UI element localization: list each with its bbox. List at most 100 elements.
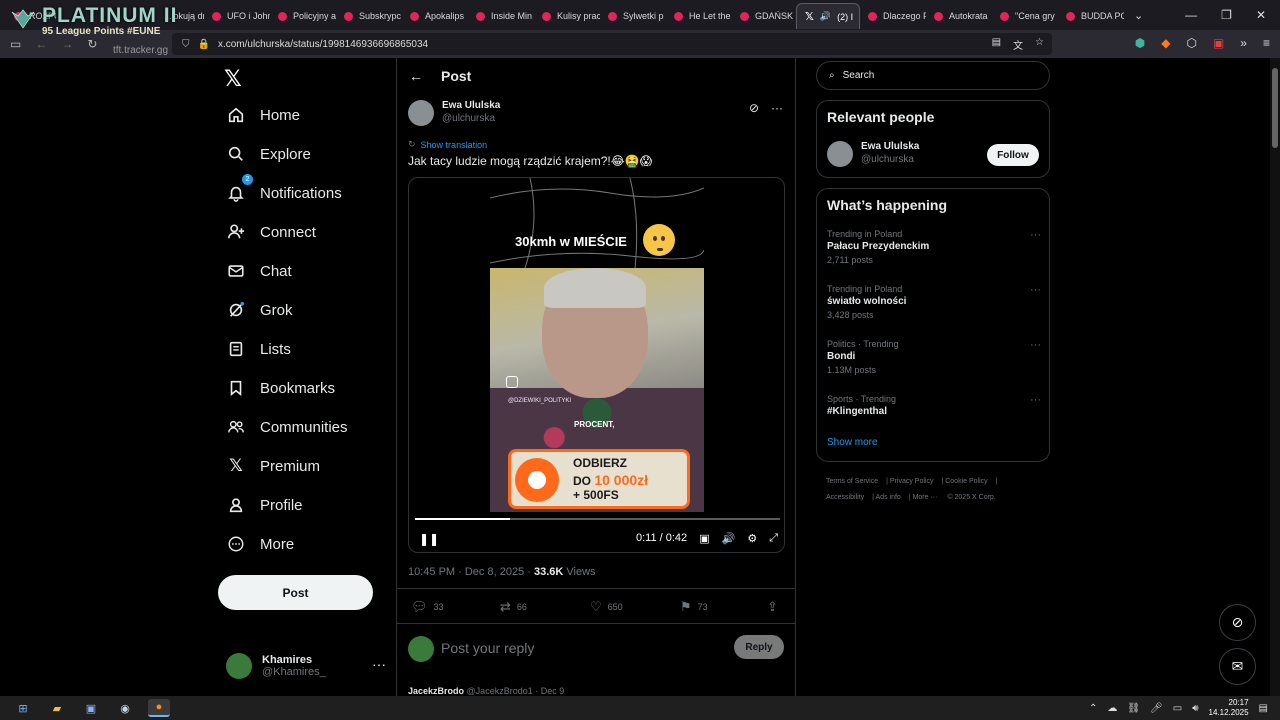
volume-icon[interactable]: 🔊 <box>722 532 736 545</box>
trend-item[interactable]: Trending in Poland światło wolności 3,42… <box>827 284 1041 320</box>
extension-fox-icon[interactable]: ◆ <box>1161 36 1170 50</box>
tray-app-icon[interactable]: ☁ <box>1107 703 1117 714</box>
browser-tab[interactable]: UFO i John <box>204 3 270 29</box>
video-frame[interactable]: 30kmh w MIEŚCIE @DZIEWIKI_POLITYKI PROCE… <box>490 178 704 552</box>
nav-item-more[interactable]: More <box>226 534 294 554</box>
extension-badge-icon[interactable]: ▣ <box>1213 36 1224 50</box>
messages-floating-button[interactable]: ✉ <box>1219 648 1256 685</box>
avatar[interactable] <box>408 100 434 126</box>
avatar[interactable] <box>827 141 853 167</box>
trend-item[interactable]: Politics · Trending Bondi 1.13M posts ··… <box>827 339 1041 375</box>
like-button[interactable]: ♡ 650 <box>590 599 623 615</box>
next-reply-preview[interactable]: JacekzBrodo @JacekzBrodo1 · Dec 9 <box>408 686 564 696</box>
show-more-link[interactable]: Show more <box>827 437 878 448</box>
file-explorer-icon[interactable]: ▰ <box>46 699 68 717</box>
start-menu-icon[interactable]: ⊞ <box>12 699 34 717</box>
forward-icon[interactable]: → <box>61 37 73 51</box>
footer-link[interactable]: Ads info <box>876 494 901 501</box>
author-name[interactable]: Ewa Ululska <box>442 100 500 111</box>
compose-post-button[interactable]: Post <box>218 575 373 610</box>
extensions-icon[interactable]: ⬡ <box>1186 36 1196 50</box>
reply-button[interactable]: 💬︎ 33 <box>411 599 444 615</box>
browser-tab[interactable]: BUDDA PC <box>1058 3 1124 29</box>
trend-more-icon[interactable]: ··· <box>1030 339 1041 351</box>
notifications-tray-icon[interactable]: ▤ <box>1259 703 1268 714</box>
mic-icon[interactable]: 🎤︎ <box>1150 703 1163 714</box>
trend-item[interactable]: Trending in Poland Pałacu Prezydenckim 2… <box>827 229 1041 265</box>
overflow-chevron-icon[interactable]: » <box>1240 36 1247 50</box>
nav-item-premium[interactable]: 𝕏 Premium <box>226 456 320 476</box>
translate-icon[interactable]: 文 <box>1013 37 1023 52</box>
bookmark-star-icon[interactable]: ☆ <box>1035 37 1044 52</box>
post-author[interactable]: Ewa Ululska @ulchurska <box>408 100 500 126</box>
nav-item-home[interactable]: Home <box>226 105 300 125</box>
back-icon[interactable]: ← <box>35 37 47 51</box>
author-handle[interactable]: @ulchurska <box>442 113 500 124</box>
page-scrollbar[interactable] <box>1270 58 1280 698</box>
minimize-icon[interactable]: — <box>1185 8 1197 22</box>
pause-icon[interactable]: ❚❚ <box>419 532 439 546</box>
fullscreen-icon[interactable]: ⤢ <box>769 532 778 545</box>
nav-item-grok[interactable]: Grok <box>226 300 293 320</box>
browser-tab[interactable]: Dlaczego F <box>860 3 926 29</box>
nav-item-lists[interactable]: Lists <box>226 339 291 359</box>
video-player[interactable]: 30kmh w MIEŚCIE @DZIEWIKI_POLITYKI PROCE… <box>408 177 785 553</box>
nav-item-chat[interactable]: Chat <box>226 261 292 281</box>
search-input[interactable]: ⌕ Search <box>816 61 1050 90</box>
back-arrow-icon[interactable]: ← <box>409 68 423 84</box>
browser-tab[interactable]: He Let the <box>666 3 732 29</box>
grok-floating-button[interactable]: ⊘ <box>1219 604 1256 641</box>
tab-list-chevron-icon[interactable]: ⌄ <box>1134 9 1143 22</box>
browser-tab[interactable]: Subskrypc <box>336 3 402 29</box>
browser-tab[interactable]: Autokrata <box>926 3 992 29</box>
captions-icon[interactable]: ▣ <box>699 532 709 545</box>
trend-more-icon[interactable]: ··· <box>1030 229 1041 241</box>
bookmark-button[interactable]: ⚑ 73 <box>680 599 708 615</box>
browser-tab[interactable]: Apokalips <box>402 3 468 29</box>
footer-link[interactable]: More ··· <box>913 494 938 501</box>
nav-item-connect[interactable]: Connect <box>226 222 316 242</box>
extension-shield-icon[interactable]: ⬢ <box>1135 36 1145 50</box>
account-switcher[interactable]: Khamires @Khamires_ ··· <box>226 648 386 684</box>
reply-input[interactable]: Post your reply <box>441 640 534 656</box>
footer-link[interactable]: Terms of Service <box>826 478 878 485</box>
follow-button[interactable]: Follow <box>987 144 1039 166</box>
sidebar-toggle-icon[interactable]: ▭ <box>10 37 21 51</box>
repost-button[interactable]: ⇄ 66 <box>500 599 527 615</box>
reply-submit-button[interactable]: Reply <box>734 635 784 659</box>
nav-item-bookmarks[interactable]: Bookmarks <box>226 378 335 398</box>
nav-item-profile[interactable]: Profile <box>226 495 303 515</box>
remote-desktop-icon[interactable]: ▣ <box>80 699 102 717</box>
nav-item-explore[interactable]: Explore <box>226 144 311 164</box>
display-icon[interactable]: ▭ <box>1173 703 1182 714</box>
nav-item-communities[interactable]: Communities <box>226 417 348 437</box>
url-bar[interactable]: ⛉ 🔒 x.com/ulchurska/status/1998146936696… <box>172 33 1052 55</box>
relevant-person[interactable]: Ewa Ululska @ulchurska <box>827 141 919 167</box>
reader-view-icon[interactable]: ▤ <box>992 37 1001 52</box>
footer-link[interactable]: Privacy Policy <box>890 478 934 485</box>
share-button[interactable]: ⇪ <box>767 599 778 615</box>
steam-icon[interactable]: ◉ <box>114 699 136 717</box>
browser-tab[interactable]: Policyjny a <box>270 3 336 29</box>
x-logo-icon[interactable]: 𝕏 <box>224 66 242 92</box>
system-clock[interactable]: 20:17 14.12.2025 <box>1209 698 1249 718</box>
volume-tray-icon[interactable]: 🔊︎ <box>1192 703 1198 714</box>
show-translation-link[interactable]: ↻ Show translation <box>408 139 487 150</box>
browser-tab[interactable]: Kulisy prac <box>534 3 600 29</box>
post-more-icon[interactable]: ··· <box>771 101 783 115</box>
browser-tab[interactable]: Inside Min <box>468 3 534 29</box>
restore-icon[interactable]: ❐ <box>1221 8 1232 22</box>
browser-tab[interactable]: Sylwetki p <box>600 3 666 29</box>
browser-tab[interactable]: "Cena gry <box>992 3 1058 29</box>
footer-link[interactable]: Cookie Policy <box>945 478 987 485</box>
account-more-icon[interactable]: ··· <box>372 656 386 672</box>
close-window-icon[interactable]: ✕ <box>1256 8 1266 22</box>
menu-icon[interactable]: ≡ <box>1263 36 1270 50</box>
nav-item-notifications[interactable]: 2 Notifications <box>226 174 342 203</box>
video-progress-bar[interactable] <box>415 518 780 520</box>
trend-more-icon[interactable]: ··· <box>1030 284 1041 296</box>
trend-more-icon[interactable]: ··· <box>1030 394 1041 406</box>
network-icon[interactable]: ⛓ <box>1127 703 1140 714</box>
grok-icon[interactable]: ⊘ <box>749 101 759 115</box>
browser-tab-active[interactable]: 𝕏🔊(2) I✕ <box>796 3 860 29</box>
